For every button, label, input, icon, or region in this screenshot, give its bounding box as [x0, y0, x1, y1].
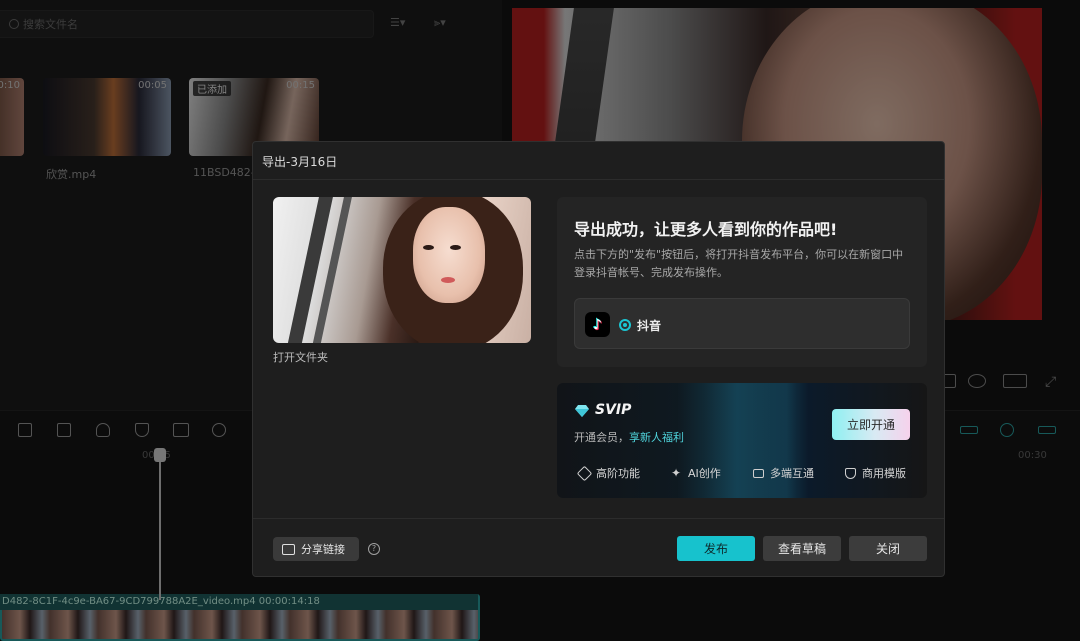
help-icon[interactable]: ? — [368, 543, 380, 555]
view-draft-button[interactable]: 查看草稿 — [763, 536, 841, 561]
feature-label: AI创作 — [688, 467, 721, 480]
svip-subtitle-highlight: 享新人福利 — [629, 431, 684, 444]
open-svip-button[interactable]: 立即开通 — [832, 409, 910, 440]
success-title: 导出成功，让更多人看到你的作品吧! — [574, 220, 838, 239]
cube-icon — [576, 465, 593, 481]
cover-eye — [423, 245, 434, 250]
publish-card: 导出成功，让更多人看到你的作品吧! 点击下方的"发布"按钮后，将打开抖音发布平台… — [557, 197, 927, 367]
cover-lips — [441, 277, 455, 283]
cover-eye — [450, 245, 461, 250]
share-link-button[interactable]: 分享链接 — [273, 537, 359, 561]
devices-icon — [753, 468, 764, 478]
douyin-icon: ♪ — [585, 312, 610, 337]
shield-icon — [845, 467, 856, 479]
feature-label: 商用模版 — [862, 467, 906, 480]
feature-commercial-template: 商用模版 — [845, 465, 906, 481]
publish-button[interactable]: 发布 — [677, 536, 755, 561]
open-folder-link[interactable]: 打开文件夹 — [273, 349, 328, 365]
export-dialog: 导出-3月16日 打开文件夹 导出成功，让更多人看到你的作品吧! 点击下方的"发… — [252, 141, 945, 577]
diamond-icon — [575, 405, 589, 417]
export-cover-thumbnail[interactable] — [273, 197, 531, 343]
feature-advanced: 高阶功能 — [576, 465, 640, 481]
close-button[interactable]: 关闭 — [849, 536, 927, 561]
divider — [253, 518, 944, 519]
feature-ai: ✦ AI创作 — [671, 465, 721, 481]
svip-promo-card: SVIP 开通会员，享新人福利 立即开通 高阶功能 ✦ AI创作 多端互通 商用… — [557, 383, 927, 498]
share-icon — [282, 543, 295, 555]
dialog-title: 导出-3月16日 — [262, 155, 338, 169]
svip-title: SVIP — [595, 402, 632, 418]
feature-multi-device: 多端互通 — [753, 465, 814, 481]
cover-face — [413, 207, 485, 303]
success-description: 点击下方的"发布"按钮后，将打开抖音发布平台，你可以在新窗口中登录抖音帐号、完成… — [574, 248, 904, 279]
platform-radio[interactable] — [619, 319, 631, 331]
divider — [253, 179, 944, 180]
svip-subtitle-prefix: 开通会员， — [574, 431, 629, 444]
sparkle-icon: ✦ — [671, 465, 682, 480]
platform-option-douyin[interactable]: ♪ 抖音 — [574, 298, 910, 349]
feature-label: 多端互通 — [770, 467, 814, 480]
platform-name: 抖音 — [637, 319, 662, 333]
svip-subtitle: 开通会员，享新人福利 — [574, 429, 684, 445]
share-link-label: 分享链接 — [301, 543, 345, 556]
feature-label: 高阶功能 — [596, 467, 640, 480]
